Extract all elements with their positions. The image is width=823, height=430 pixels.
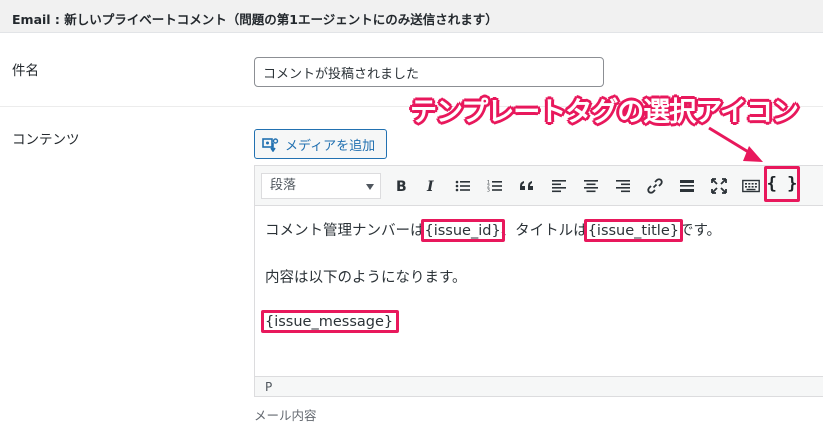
fullscreen-button[interactable] [707,174,731,198]
insert-link-button[interactable] [643,174,667,198]
issue-id-tag: {issue_id} [420,219,505,242]
field-description: メール内容 [254,408,317,423]
add-media-label: メディアを追加 [285,138,376,154]
callout-arrow-icon [708,126,763,162]
content-label: コンテンツ [12,132,80,148]
issue-message-highlight [261,310,400,333]
align-left-button[interactable] [547,174,571,198]
format-select-value: 段落 [270,178,297,193]
media-icon [262,137,279,152]
editor-line-3: {issue_message} [261,310,400,333]
svg-text:B: B [396,179,407,193]
align-center-icon [584,180,598,193]
numbered-list-icon: 1 2 3 [487,180,502,194]
issue-title-tag: {issue_title} [583,219,683,242]
editor-content-area[interactable]: コメント管理ナンバーは{issue_id} 、タイトルは{issue_title}… [254,206,823,376]
align-right-button[interactable] [611,174,635,198]
section-title: Email : 新しいプライベートコメント（問題の第1エージェントにのみ送信され… [12,12,498,27]
read-more-button[interactable] [675,174,699,198]
format-select[interactable]: 段落 [261,173,381,199]
keyboard-icon [742,179,760,193]
editor-path-status: P [254,376,823,397]
template-tag-highlight [764,166,800,202]
issue-title-highlight [583,219,683,242]
align-left-icon [552,180,566,193]
element-path: P [265,380,273,394]
align-center-button[interactable] [579,174,603,198]
issue-id-highlight [420,219,505,242]
issue-message-tag: {issue_message} [261,310,400,333]
blockquote-button[interactable] [515,174,539,198]
line1-prefix: コメント管理ナンバーは [265,223,425,239]
italic-button[interactable]: I [419,174,443,198]
italic-icon: I [426,179,434,193]
bullet-list-button[interactable] [451,174,475,198]
chevron-down-icon [366,184,374,190]
line1-suffix: です。 [679,223,722,239]
subject-label: 件名 [12,63,39,79]
svg-text:I: I [426,179,434,193]
read-more-icon [680,180,694,192]
subject-input[interactable] [254,57,604,87]
align-right-icon [616,180,630,193]
fullscreen-icon [711,178,727,194]
bold-icon: B [396,179,407,193]
numbered-list-button[interactable]: 1 2 3 [483,174,507,198]
quote-icon [520,181,533,190]
toolbar-toggle-button[interactable] [739,174,763,198]
bullet-list-icon [455,180,470,192]
add-media-button[interactable]: メディアを追加 [254,129,387,159]
editor-line-2: 内容は以下のようになります。 [265,270,467,286]
link-icon [647,178,663,194]
svg-text:3: 3 [487,188,490,194]
line1-mid: 、タイトルは [500,223,588,239]
bold-button[interactable]: B [389,174,413,198]
section-header: Email : 新しいプライベートコメント（問題の第1エージェントにのみ送信され… [0,0,823,33]
editor-line-1: コメント管理ナンバーは{issue_id} 、タイトルは{issue_title}… [265,219,722,242]
editor-toolbar: 段落 B I 1 2 3 [254,165,823,206]
